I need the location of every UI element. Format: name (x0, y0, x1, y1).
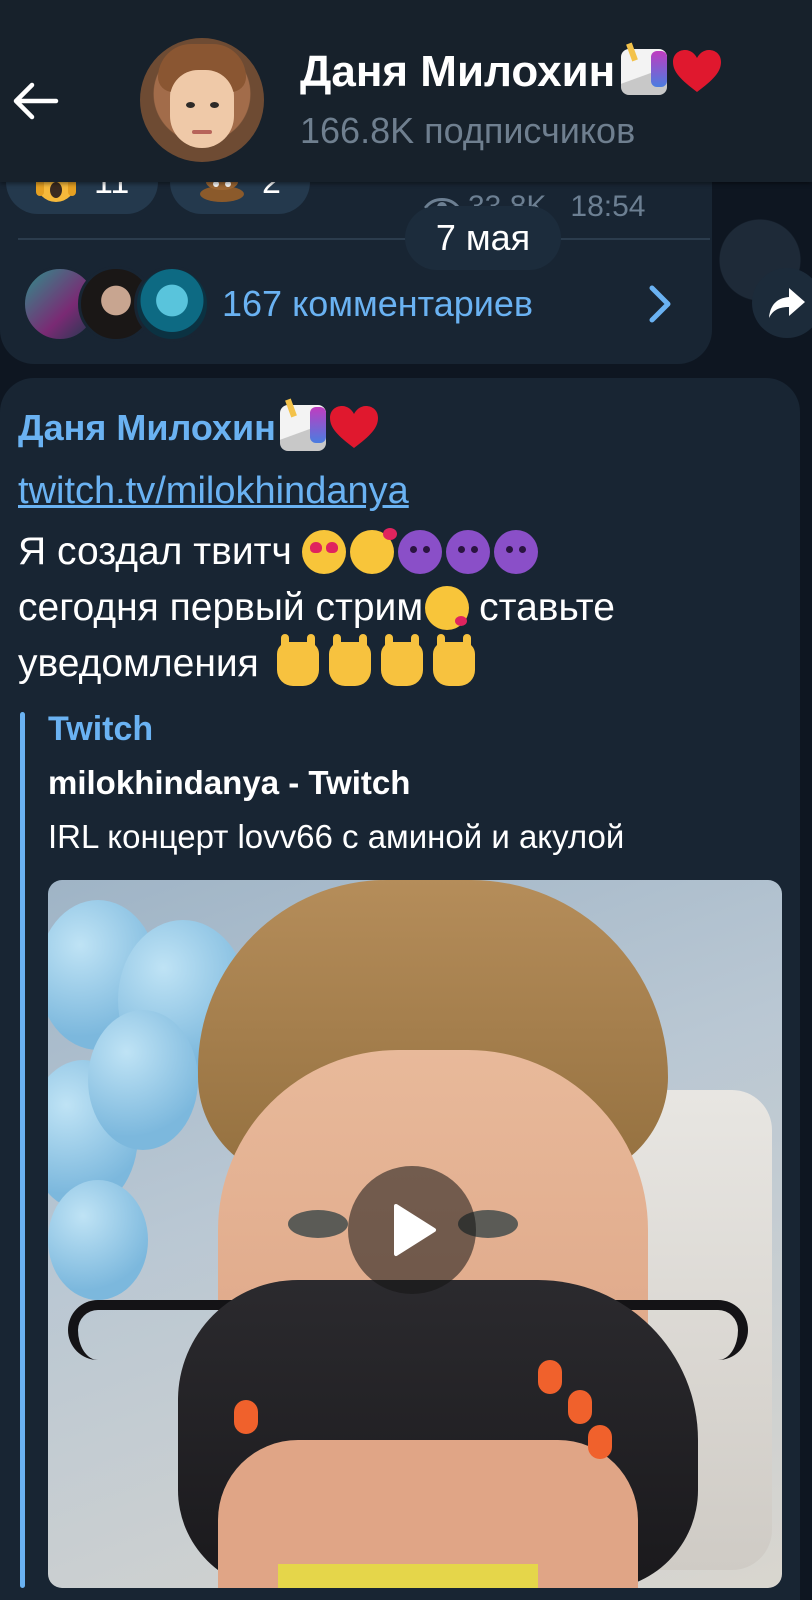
post-body: Я создал твитч сегодня первый стрим став… (18, 524, 788, 692)
shirt (278, 1564, 538, 1588)
commenter-avatars[interactable] (22, 266, 210, 342)
unicorn-emoji (621, 49, 668, 95)
red-heart-emoji (329, 406, 378, 448)
avatar (134, 266, 210, 342)
fingernail (568, 1390, 592, 1424)
post-line: сегодня первый стрим ставьте (18, 586, 615, 630)
smiling-devil-emoji (445, 530, 490, 574)
emoji-group (276, 634, 475, 686)
comments-divider (18, 238, 710, 240)
play-button[interactable] (348, 1166, 476, 1294)
emoji-group (301, 528, 538, 574)
unicorn-emoji (279, 405, 326, 451)
face-blowing-kiss-emoji (425, 586, 470, 630)
arrow-left-icon (13, 82, 59, 120)
sign-of-horns-emoji (380, 634, 423, 686)
back-button[interactable] (10, 78, 62, 124)
link-preview-title: milokhindanya - Twitch (48, 764, 411, 801)
comments-link[interactable]: 167 комментариев (222, 276, 533, 332)
heart-eyes-emoji (301, 530, 346, 574)
balloon (48, 1180, 148, 1300)
chevron-right-icon[interactable] (640, 282, 680, 326)
red-heart-emoji (673, 50, 722, 92)
eye (288, 1210, 348, 1238)
smiling-devil-emoji (397, 530, 442, 574)
smiling-face-with-hearts-emoji (349, 528, 397, 574)
channel-name: Даня Милохин (300, 47, 616, 96)
link-preview-description: IRL концерт lovv66 с аминой и акулой (48, 818, 625, 855)
play-icon (394, 1204, 436, 1256)
post-line: Я создал твитч (18, 524, 788, 580)
share-icon (769, 288, 805, 318)
balloon (88, 1010, 198, 1150)
smiling-devil-emoji (493, 530, 538, 574)
link-preview-video[interactable] (48, 880, 782, 1588)
fingernail (234, 1400, 258, 1434)
channel-avatar[interactable] (140, 38, 264, 162)
fingernail (538, 1360, 562, 1394)
chat-header: Даня Милохин 166.8K подписчиков (0, 0, 812, 182)
fingernail (588, 1425, 612, 1459)
post-line: уведомления (18, 634, 788, 692)
sign-of-horns-emoji (276, 634, 319, 686)
subscriber-count: 166.8K подписчиков (300, 110, 636, 151)
post-author-name: Даня Милохин (18, 407, 276, 448)
link-preview-accent-bar (20, 712, 25, 1588)
post-time: 18:54 (570, 190, 646, 223)
sign-of-horns-emoji (432, 634, 475, 686)
post-author[interactable]: Даня Милохин (18, 400, 378, 456)
channel-title[interactable]: Даня Милохин (300, 46, 722, 98)
link-preview-site: Twitch (48, 710, 154, 748)
sign-of-horns-emoji (328, 634, 371, 686)
date-separator: 7 мая (405, 206, 561, 270)
twitch-link[interactable]: twitch.tv/milokhindanya (18, 470, 409, 513)
